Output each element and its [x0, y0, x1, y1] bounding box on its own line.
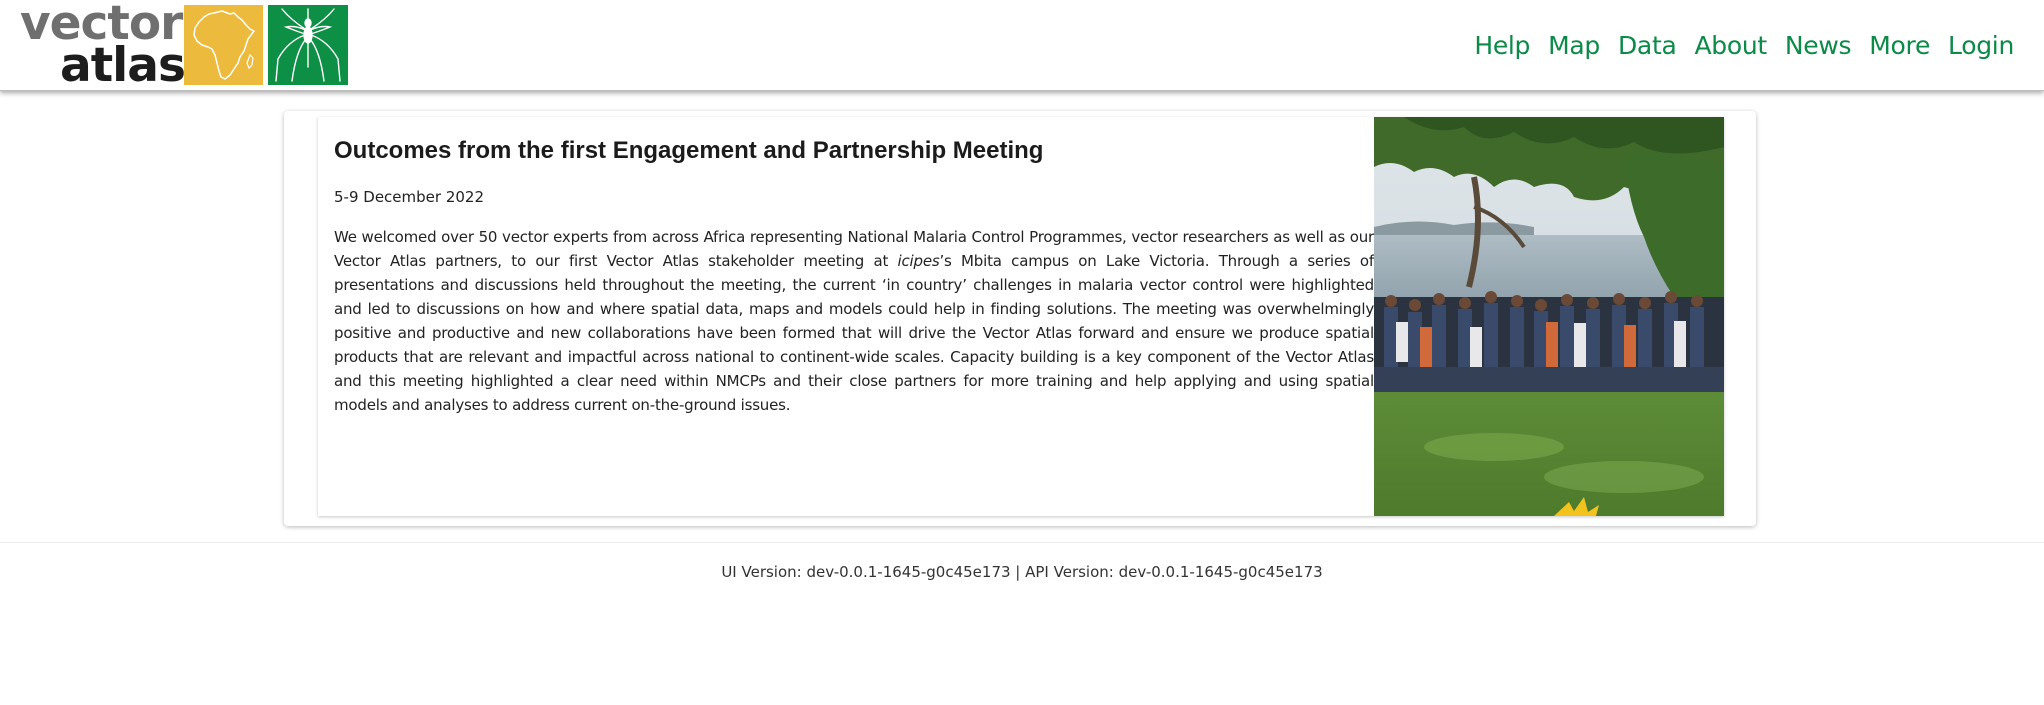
nav-data-link[interactable]: Data — [1618, 26, 1677, 66]
article-body: We welcomed over 50 vector experts from … — [334, 225, 1374, 417]
news-container: Outcomes from the first Engagement and P… — [284, 111, 1756, 526]
article-body-italic: icipes — [897, 252, 940, 270]
logo-word-atlas: atlas — [60, 38, 186, 93]
africa-map-icon — [184, 5, 263, 85]
nav-news-link[interactable]: News — [1785, 26, 1852, 66]
app-header: vector atlas Help Map Data About News Mo… — [0, 0, 2044, 91]
article-title: Outcomes from the first Engagement and P… — [334, 137, 1044, 164]
nav-about-link[interactable]: About — [1694, 26, 1767, 66]
news-article-card: Outcomes from the first Engagement and P… — [318, 117, 1724, 516]
nav-help-link[interactable]: Help — [1474, 26, 1530, 66]
version-footer: UI Version: dev-0.0.1-1645-g0c45e173 | A… — [721, 563, 1323, 581]
nav-more-link[interactable]: More — [1869, 26, 1930, 66]
group-photo-image — [1374, 117, 1724, 516]
article-body-part-2: ’s Mbita campus on Lake Victoria. Throug… — [334, 252, 1374, 414]
footer-divider — [0, 542, 2044, 543]
mosquito-icon — [268, 5, 348, 85]
nav-map-link[interactable]: Map — [1548, 26, 1600, 66]
main-nav: Help Map Data About News More Login — [1474, 26, 2014, 66]
article-date: 5-9 December 2022 — [334, 188, 484, 206]
logo-wordmark: vector atlas — [20, 0, 186, 89]
vector-atlas-logo[interactable]: vector atlas — [20, 0, 350, 89]
nav-login-link[interactable]: Login — [1948, 26, 2014, 66]
